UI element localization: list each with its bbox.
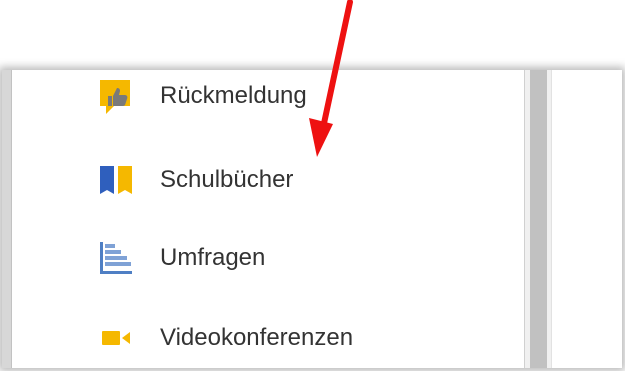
sidebar-item-label: Umfragen [160, 244, 266, 271]
textbook-icon [100, 166, 132, 194]
menu-scrollbar[interactable] [525, 70, 551, 368]
sidebar-item-videokonferenzen[interactable]: Videokonferenzen [12, 308, 524, 368]
video-camera-icon [102, 331, 130, 345]
sidebar-item-schulbuecher[interactable]: Schulbücher [12, 150, 524, 210]
sidebar-item-umfragen[interactable]: Umfragen [12, 228, 524, 288]
feedback-thumbs-up-icon [100, 80, 130, 114]
sidebar-item-label: Rückmeldung [160, 82, 307, 109]
sidebar-item-label: Schulbücher [160, 166, 294, 193]
sidebar-item-label: Videokonferenzen [160, 324, 354, 351]
window-left-border [2, 70, 12, 368]
scrollbar-thumb[interactable] [530, 70, 547, 368]
content-area [551, 70, 622, 368]
sidebar-menu: Rückmeldung Schulbücher Umfragen Videoko… [12, 70, 525, 368]
survey-chart-icon [100, 242, 132, 274]
sidebar-item-rueckmeldung[interactable]: Rückmeldung [12, 70, 524, 126]
window-frame: Rückmeldung Schulbücher Umfragen Videoko… [2, 70, 622, 368]
